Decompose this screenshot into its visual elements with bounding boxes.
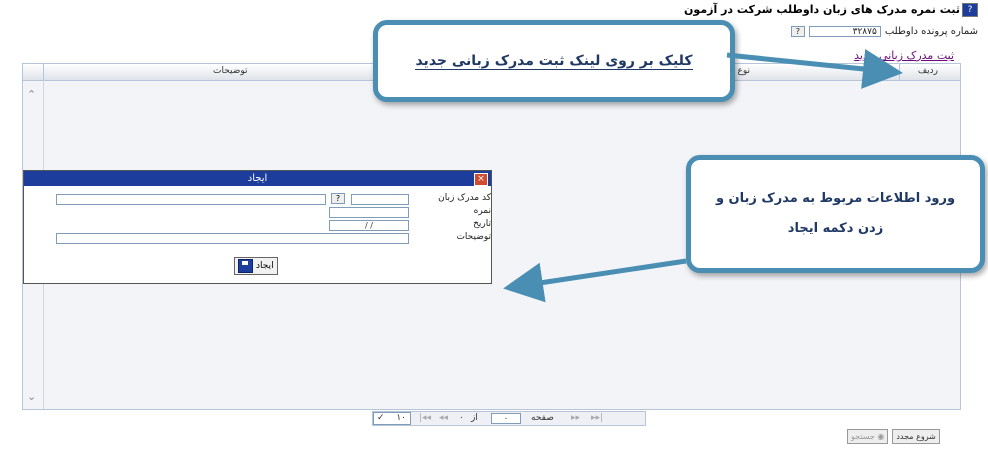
arrow-to-dialog xyxy=(503,258,687,303)
arrow-to-new-link xyxy=(726,49,903,89)
annotation-arrows xyxy=(503,49,903,303)
